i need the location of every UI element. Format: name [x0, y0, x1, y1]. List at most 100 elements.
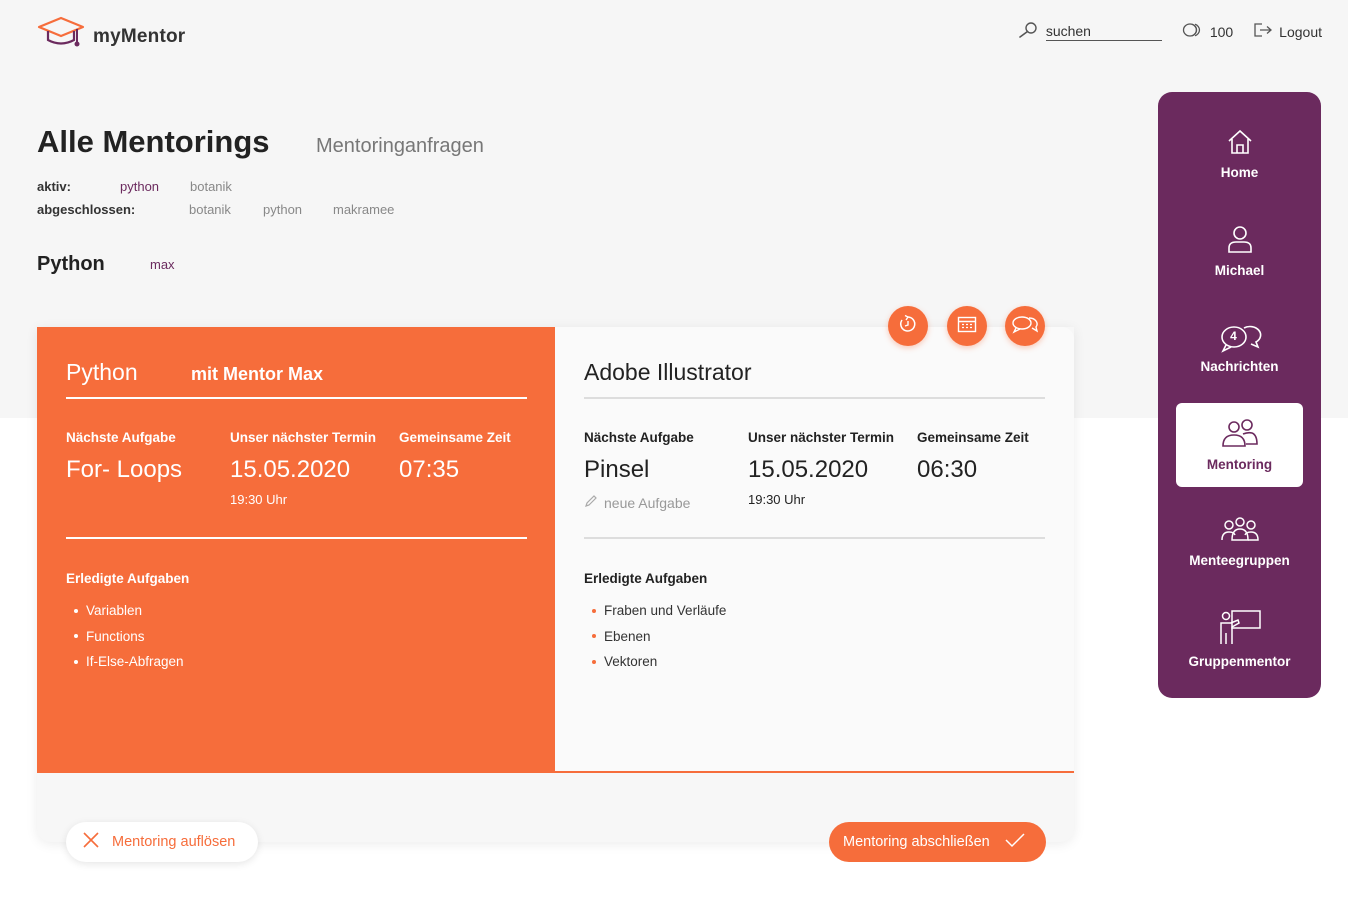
appointment-time: 19:30 Uhr [748, 492, 806, 507]
sidebar-item-home[interactable]: Home [1176, 112, 1303, 196]
card-divider [37, 771, 1074, 773]
list-item: Ebenen [584, 624, 726, 650]
new-task-button[interactable]: neue Aufgabe [584, 494, 690, 511]
coins-count: 100 [1209, 23, 1234, 40]
bullet [592, 634, 596, 639]
dissolve-label: Mentoring auflösen [112, 834, 236, 850]
bullet [592, 608, 596, 613]
chat-icon [1011, 314, 1039, 339]
shared-time-heading: Gemeinsame Zeit [399, 430, 511, 445]
messages-icon: 4 [1218, 323, 1262, 353]
completed-tasks-list: Fraben und Verläufe Ebenen Vektoren [584, 598, 726, 675]
shared-time-value: 07:35 [399, 456, 460, 483]
shared-time-value: 06:30 [917, 456, 978, 483]
panel-title: Python [66, 359, 138, 385]
history-icon [898, 314, 918, 339]
finish-label: Mentoring abschließen [843, 834, 990, 850]
graduation-cap-icon [37, 16, 85, 57]
filter-chip-makramee-done[interactable]: makramee [333, 202, 394, 217]
section-title: Python [37, 253, 105, 275]
shared-time-heading: Gemeinsame Zeit [917, 430, 1029, 445]
filter-active-label: aktiv: [37, 179, 71, 194]
sidebar-item-mentee-groups[interactable]: Menteegruppen [1176, 500, 1303, 584]
sidebar-item-label: Mentoring [1206, 457, 1273, 472]
list-item: Functions [66, 624, 184, 650]
next-task-value: For- Loops [66, 456, 183, 483]
next-task-heading: Nächste Aufgabe [584, 430, 694, 445]
mentoring-panel-illustrator[interactable]: Adobe Illustrator Nächste Aufgabe Pinsel… [555, 327, 1074, 772]
sidebar-item-profile[interactable]: Michael [1176, 209, 1303, 293]
user-icon [1226, 224, 1254, 257]
divider [66, 397, 527, 399]
filter-chip-botanik-done[interactable]: botanik [189, 202, 263, 217]
list-item: Fraben und Verläufe [584, 598, 726, 624]
list-item: Variablen [66, 598, 184, 624]
divider [66, 537, 527, 539]
coins-icon [1182, 23, 1204, 40]
divider [584, 397, 1045, 399]
completed-tasks-list: Variablen Functions If-Else-Abfragen [66, 598, 184, 675]
sidebar-item-group-mentor[interactable]: Gruppenmentor [1176, 597, 1303, 681]
filter-chip-python[interactable]: python [120, 179, 190, 194]
filter-chip-python-done[interactable]: python [263, 202, 333, 217]
divider [584, 537, 1045, 539]
completed-tasks-heading: Erledigte Aufgaben [66, 571, 190, 586]
mentoring-requests-link[interactable]: Mentoringanfragen [316, 135, 484, 158]
completed-tasks-heading: Erledigte Aufgaben [584, 571, 708, 586]
calendar-icon [957, 315, 977, 338]
top-bar: suchen 100 Logout [1018, 22, 1322, 41]
appointment-heading: Unser nächster Termin [748, 430, 895, 445]
finish-mentoring-button[interactable]: Mentoring abschließen [829, 822, 1046, 862]
appointment-date: 15.05.2020 [748, 456, 869, 483]
calendar-button[interactable] [947, 306, 987, 346]
search-icon [1018, 22, 1038, 41]
coins-balance[interactable]: 100 [1182, 23, 1233, 40]
sidebar-item-label: Home [1220, 165, 1259, 180]
filter-active-row: aktiv: python botanik [37, 179, 232, 194]
sidebar-item-label: Michael [1214, 263, 1265, 278]
close-icon [82, 831, 100, 853]
chat-button[interactable] [1005, 306, 1045, 346]
appointment-heading: Unser nächster Termin [230, 430, 377, 445]
mentoring-panel-python[interactable]: Python mit Mentor Max Nächste Aufgabe Fo… [37, 327, 555, 772]
history-button[interactable] [888, 306, 928, 346]
panel-title: Adobe Illustrator [584, 359, 752, 385]
sidebar-item-label: Gruppenmentor [1188, 654, 1291, 669]
logout-button[interactable]: Logout [1253, 22, 1322, 41]
mentoring-icon [1221, 418, 1259, 451]
new-task-label: neue Aufgabe [604, 494, 691, 511]
app-name: myMentor [93, 25, 186, 47]
messages-badge: 4 [1230, 328, 1237, 343]
pencil-icon [584, 494, 598, 511]
sidebar-item-label: Menteegruppen [1189, 553, 1290, 568]
logo[interactable]: myMentor [37, 16, 185, 57]
dissolve-mentoring-button[interactable]: Mentoring auflösen [66, 822, 258, 862]
sidebar: Home Michael 4 Nachrichten Mentoring Men… [1158, 92, 1321, 698]
bullet [592, 659, 596, 664]
sidebar-item-mentoring[interactable]: Mentoring [1176, 403, 1303, 487]
search[interactable]: suchen [1018, 22, 1162, 41]
bullet [74, 608, 78, 613]
section-subtitle[interactable]: max [150, 257, 175, 272]
search-input[interactable]: suchen [1045, 23, 1162, 41]
page-title: Alle Mentorings [37, 124, 270, 159]
next-task-heading: Nächste Aufgabe [66, 430, 176, 445]
list-item: If-Else-Abfragen [66, 649, 184, 675]
list-item: Vektoren [584, 649, 726, 675]
sidebar-item-label: Nachrichten [1200, 358, 1279, 374]
group-mentor-icon [1218, 609, 1262, 648]
logout-label: Logout [1279, 23, 1322, 40]
filter-done-row: abgeschlossen: botanik python makramee [37, 202, 394, 217]
appointment-date: 15.05.2020 [230, 456, 351, 483]
home-icon [1226, 128, 1254, 159]
bullet [74, 634, 78, 639]
sidebar-item-messages[interactable]: 4 Nachrichten [1176, 306, 1303, 390]
bullet [74, 659, 78, 664]
groups-icon [1220, 516, 1260, 547]
next-task-value: Pinsel [584, 456, 650, 483]
logout-icon [1253, 22, 1273, 41]
appointment-time: 19:30 Uhr [230, 492, 288, 507]
check-icon [1004, 832, 1026, 852]
filter-chip-botanik[interactable]: botanik [190, 179, 232, 194]
filter-done-label: abgeschlossen: [37, 202, 136, 217]
